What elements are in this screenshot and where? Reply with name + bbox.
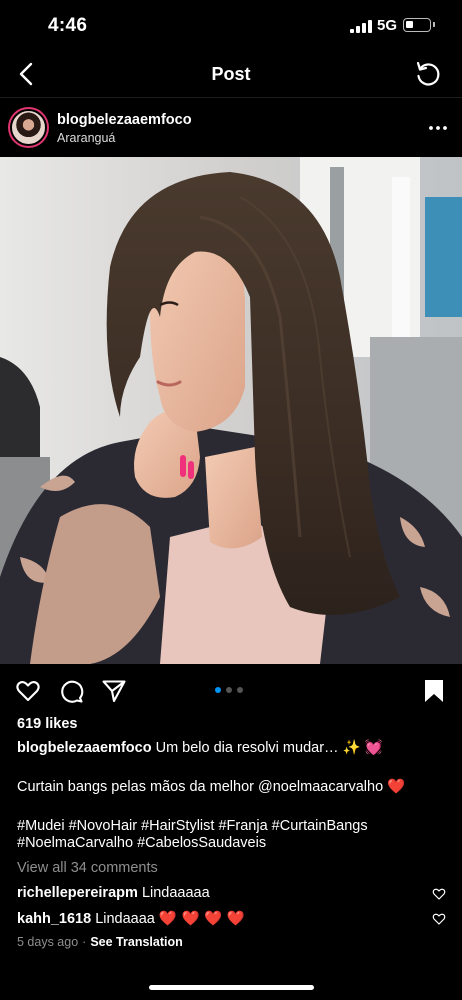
avatar[interactable] (8, 107, 49, 148)
send-icon[interactable] (101, 678, 127, 704)
carousel-dot (215, 687, 221, 693)
post-author-header: blogbelezaaemfoco Araranguá (0, 100, 462, 156)
network-label: 5G (377, 17, 398, 34)
caption: blogbelezaaemfoco Um belo dia resolvi mu… (17, 740, 383, 757)
hashtags-line-2[interactable]: #NoelmaCarvalho #CabelosSaudaveis (17, 835, 266, 852)
post-timestamp: 5 days ago (17, 935, 79, 949)
heart-emoji: 💓 (364, 740, 383, 756)
comment-like-icon[interactable] (432, 912, 446, 926)
comment-username[interactable]: richellepereirapm (17, 885, 138, 901)
post-actions (0, 664, 462, 716)
comment-text: Lindaaaa (95, 911, 155, 927)
author-username[interactable]: blogbelezaaemfoco (57, 112, 192, 128)
hashtags-line-1[interactable]: #Mudei #NovoHair #HairStylist #Franja #C… (17, 818, 368, 835)
caption-username[interactable]: blogbelezaaemfoco (17, 740, 152, 756)
author-location[interactable]: Araranguá (57, 131, 115, 145)
heart-icon[interactable] (15, 678, 41, 704)
see-translation-link[interactable]: See Translation (90, 935, 182, 949)
hearts-emoji: ❤️ ❤️ ❤️ ❤️ (158, 911, 245, 927)
nav-bar: Post (0, 52, 462, 98)
comment-row: richellepereirapm Lindaaaaa (17, 885, 210, 901)
signal-icon (350, 19, 372, 33)
home-indicator[interactable] (149, 985, 314, 990)
comment-icon[interactable] (58, 678, 84, 704)
caption-line-2-text: Curtain bangs pelas mãos da melhor @noel… (17, 779, 384, 795)
more-options-icon[interactable] (428, 118, 448, 138)
comment-row: kahh_1618 Lindaaaa ❤️ ❤️ ❤️ ❤️ (17, 910, 245, 927)
page-title: Post (211, 64, 251, 84)
likes-count[interactable]: 619 likes (17, 716, 77, 732)
comment-username[interactable]: kahh_1618 (17, 911, 91, 927)
post-image[interactable] (0, 157, 462, 664)
carousel-indicator (215, 687, 247, 695)
post-photo-illustration (0, 157, 462, 664)
comment-text: Lindaaaaa (141, 885, 210, 901)
status-bar: 4:46 5G (0, 0, 462, 52)
red-heart-emoji: ❤️ (387, 779, 406, 795)
comment-like-icon[interactable] (432, 887, 446, 901)
carousel-dot (226, 687, 232, 693)
view-all-comments-link[interactable]: View all 34 comments (17, 860, 158, 876)
post-meta: 5 days ago · See Translation (17, 935, 183, 949)
meta-separator: · (82, 935, 87, 949)
status-time: 4:46 (48, 15, 88, 36)
sparkles-emoji: ✨ (342, 740, 361, 756)
bookmark-icon[interactable] (421, 678, 447, 704)
caption-text: Um belo dia resolvi mudar… (155, 740, 339, 756)
caption-line-2: Curtain bangs pelas mãos da melhor @noel… (17, 779, 405, 796)
carousel-dot (237, 687, 243, 693)
battery-icon (403, 18, 435, 32)
refresh-icon[interactable] (414, 60, 442, 88)
